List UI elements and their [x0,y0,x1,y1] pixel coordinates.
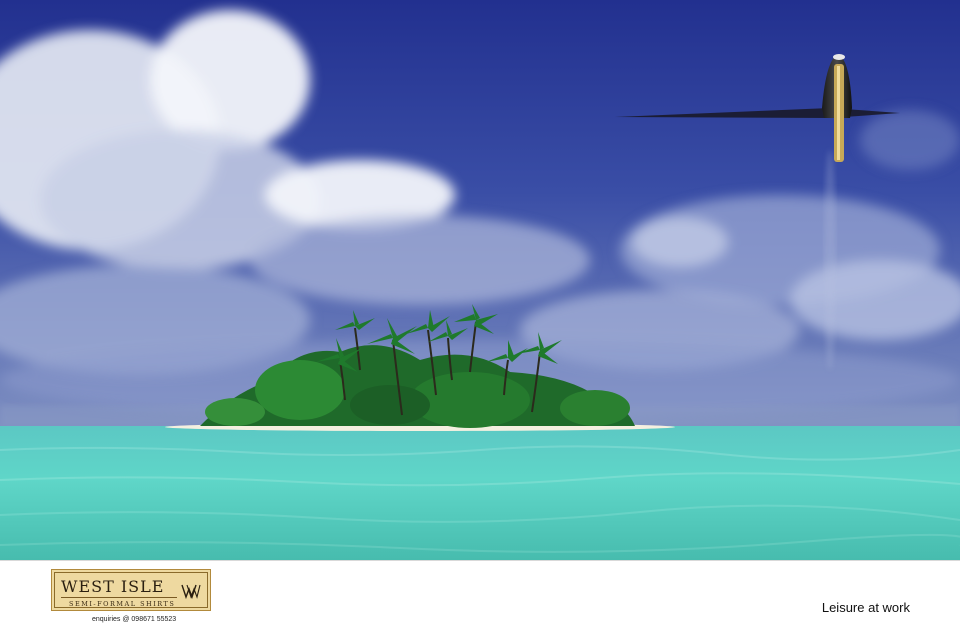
brand-subtitle: SEMI-FORMAL SHIRTS [69,600,176,608]
footer-bar: WEST ISLE SEMI-FORMAL SHIRTS enquiries @… [0,560,960,637]
brand-name: WEST ISLE [61,577,165,596]
brand-logo: WEST ISLE SEMI-FORMAL SHIRTS [51,569,211,611]
ww-monogram-icon [181,584,201,600]
island-photo [0,0,960,560]
advertisement: WEST ISLE SEMI-FORMAL SHIRTS enquiries @… [0,0,960,637]
enquiries-contact: enquiries @ 098671 55523 [92,616,177,623]
tagline: Leisure at work [821,600,910,615]
logo-rule [61,597,177,598]
